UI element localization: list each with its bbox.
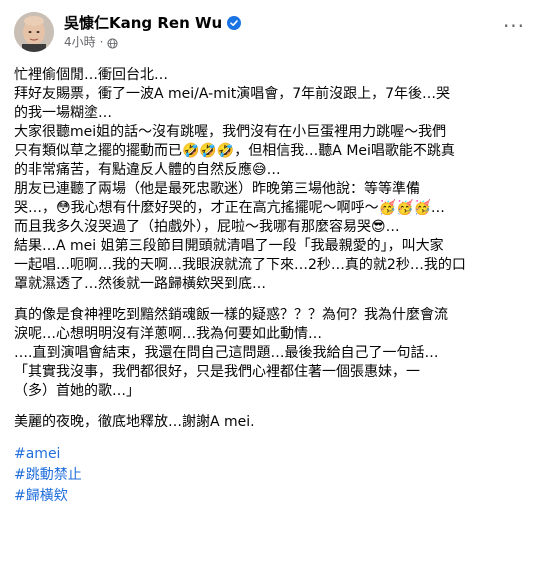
avatar-image: [14, 12, 54, 52]
text-line: 的我一場糊塗…: [14, 105, 112, 121]
text-line: 真的像是食神裡吃到黯然銷魂飯一樣的疑惑？？？為何？我為什麼會流: [14, 307, 448, 323]
text-line: 罩就濕透了…然後就一路歸橫欸哭到底…: [14, 276, 266, 292]
text-line: 而且我多久沒哭過了（拍戲外），屁啦～我哪有那麼容易哭😎…: [14, 219, 400, 235]
post-body: 忙裡偷個閒…衝回台北… 拜好友賜票，衝了一波A mei/A-mit演唱會，7年前…: [14, 66, 528, 507]
post-time[interactable]: 4小時: [64, 34, 96, 51]
avatar[interactable]: [14, 12, 54, 52]
post-meta: 吳慷仁Kang Ren Wu 4小時 ·: [64, 14, 242, 51]
text-line: 「其實我沒事，我們都很好，只是我們心裡都住著一個張惠妹，一: [14, 364, 420, 380]
text-line: 忙裡偷個閒…衝回台北…: [14, 67, 168, 83]
text-line: 淚呢…心想明明沒有洋蔥啊…我為何要如此動情…: [14, 326, 322, 342]
separator-dot: ·: [99, 34, 104, 49]
paragraph-3: 美麗的夜晚，徹底地釋放…謝謝A mei.: [14, 413, 528, 432]
more-options-icon[interactable]: ···: [502, 14, 526, 38]
text-line: 的非常痛苦，有點違反人體的自然反應😅…: [14, 162, 281, 178]
hashtag-list: #amei #跳動禁止 #歸橫欸: [14, 444, 528, 507]
text-line: 只有類似草之擺的擺動而已🤣🤣🤣，但相信我…聽A Mei唱歌能不跳真: [14, 143, 455, 159]
text-line: 哭…，😳我心想有什麼好哭的，才正在高亢搖擺呢～啊呼～🥳🥳🥳…: [14, 200, 445, 216]
text-line: 朋友已連聽了兩場（他是最死忠歌迷）昨晚第三場他說：等等準備: [14, 181, 420, 197]
hashtag-link[interactable]: #歸橫欸: [14, 486, 528, 507]
text-line: 結果…A mei 姐第三段節目開頭就清唱了一段「我最親愛的」，叫大家: [14, 238, 444, 254]
text-line: 美麗的夜晚，徹底地釋放…謝謝A mei.: [14, 414, 255, 430]
globe-icon[interactable]: [107, 37, 119, 49]
hashtag-link[interactable]: #amei: [14, 444, 528, 465]
text-line: 拜好友賜票，衝了一波A mei/A-mit演唱會，7年前沒跟上，7年後…哭: [14, 86, 451, 102]
author-row: 吳慷仁Kang Ren Wu: [64, 14, 242, 33]
paragraph-2: 真的像是食神裡吃到黯然銷魂飯一樣的疑惑？？？為何？我為什麼會流 淚呢…心想明明沒…: [14, 306, 528, 401]
author-name[interactable]: 吳慷仁Kang Ren Wu: [64, 14, 222, 33]
text-line: （多）首她的歌…」: [14, 383, 140, 399]
post-card: 吳慷仁Kang Ren Wu 4小時 · ··· 忙裡偷個閒…衝回台北… 拜好友…: [0, 0, 540, 562]
hashtag-link[interactable]: #跳動禁止: [14, 465, 528, 486]
verified-badge-icon: [227, 16, 242, 30]
post-subline: 4小時 ·: [64, 34, 241, 51]
text-line: 一起唱…呃啊…我的天啊…我眼淚就流了下來…2秒…真的就2秒…我的口: [14, 257, 466, 273]
text-line: 大家很聽mei姐的話～沒有跳喔，我們沒有在小巨蛋裡用力跳喔～我們: [14, 124, 447, 140]
post-header: 吳慷仁Kang Ren Wu 4小時 ·: [14, 10, 528, 54]
text-line: ….直到演唱會結束，我還在問自己這問題…最後我給自己了一句話…: [14, 345, 439, 361]
paragraph-1: 忙裡偷個閒…衝回台北… 拜好友賜票，衝了一波A mei/A-mit演唱會，7年前…: [14, 66, 528, 294]
